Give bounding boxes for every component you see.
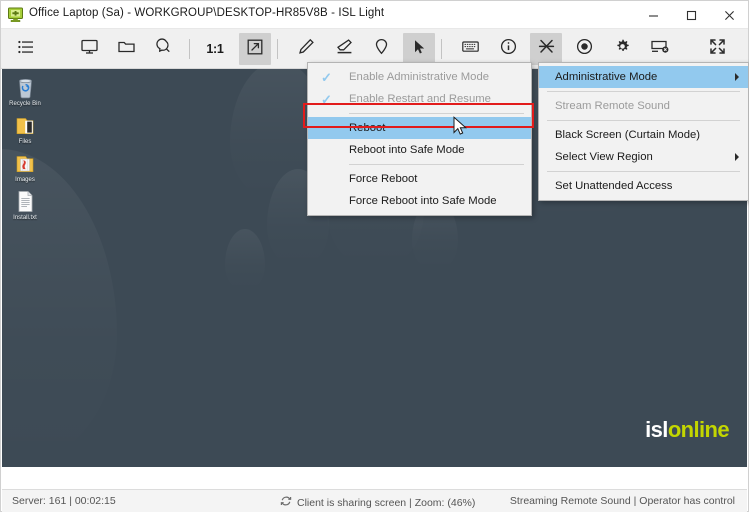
green-monitor-icon	[7, 6, 24, 23]
keyboard-icon	[461, 37, 480, 61]
chat-bubbles-icon	[154, 37, 173, 61]
window-controls	[634, 1, 748, 29]
administrative-mode-submenu: ✓ Enable Administrative Mode ✓ Enable Re…	[307, 62, 532, 216]
toolbar-separator-3	[441, 39, 442, 59]
gear-icon	[613, 37, 632, 61]
fullscreen-button[interactable]	[701, 33, 733, 65]
desktop-icon-label: Install.txt	[6, 215, 44, 222]
chevron-right-icon	[735, 153, 739, 161]
minimize-button[interactable]	[634, 1, 672, 29]
menu-separator	[547, 91, 740, 92]
mouse-cursor	[453, 116, 469, 142]
desktop-icon-label: Recycle Bin	[6, 101, 44, 108]
menu-item-label: Administrative Mode	[555, 71, 657, 83]
chevron-right-icon	[735, 73, 739, 81]
checkmark-icon: ✓	[321, 70, 332, 86]
close-button[interactable]	[710, 1, 748, 29]
chat-button[interactable]	[147, 33, 179, 65]
desktop-icon-recycle-bin[interactable]: Recycle Bin	[6, 73, 44, 108]
wallpaper-shape	[225, 229, 265, 291]
status-sharing-info: Client is sharing screen | Zoom: (46%)	[280, 495, 475, 510]
desktop-icon-files[interactable]: Files	[6, 111, 44, 146]
menu-item-enable-administrative-mode: ✓ Enable Administrative Mode	[308, 66, 531, 88]
menu-item-label: Force Reboot	[349, 173, 417, 185]
logo-part-online: online	[668, 417, 729, 442]
menu-item-label: Enable Administrative Mode	[349, 71, 489, 83]
select-cursor-button[interactable]	[403, 33, 435, 65]
menu-item-label: Reboot into Safe Mode	[349, 144, 465, 156]
scale-one-to-one-button[interactable]: 1:1	[202, 33, 228, 65]
record-button[interactable]	[568, 33, 600, 65]
text-file-icon	[6, 187, 44, 213]
desktop-icon-install-txt[interactable]: Install.txt	[6, 187, 44, 222]
settings-button[interactable]	[606, 33, 638, 65]
fullscreen-arrows-icon	[708, 37, 727, 61]
toolbar-separator-2	[277, 39, 278, 59]
desktop-icon-label: Images	[6, 177, 44, 184]
pin-drop-icon	[372, 37, 391, 61]
menu-item-black-screen[interactable]: Black Screen (Curtain Mode)	[539, 124, 748, 146]
menu-item-select-view-region[interactable]: Select View Region	[539, 146, 748, 168]
menu-item-stream-remote-sound: Stream Remote Sound	[539, 95, 748, 117]
window-title: Office Laptop (Sa) - WORKGROUP\DESKTOP-H…	[29, 7, 384, 19]
arrow-cursor-icon	[410, 38, 428, 61]
refresh-arrows-icon	[280, 495, 292, 510]
tools-button[interactable]	[530, 33, 562, 65]
info-button[interactable]	[492, 33, 524, 65]
draw-button[interactable]	[290, 33, 322, 65]
monitor-icon	[80, 37, 99, 61]
menu-separator	[547, 171, 740, 172]
pencil-icon	[297, 37, 316, 61]
folder-yellow-icon	[6, 111, 44, 137]
fit-to-window-button[interactable]	[239, 33, 271, 65]
reboot-highlight-box	[303, 103, 534, 128]
tools-star-icon	[537, 37, 556, 61]
send-keys-button[interactable]	[454, 33, 486, 65]
menu-separator	[349, 164, 524, 165]
menu-separator	[547, 120, 740, 121]
isl-online-logo: islonline	[645, 417, 729, 443]
maximize-button[interactable]	[672, 1, 710, 29]
folder-images-icon	[6, 149, 44, 175]
menu-item-label: Stream Remote Sound	[555, 100, 670, 112]
disconnect-screen-button[interactable]	[644, 33, 676, 65]
record-dot-icon	[575, 37, 594, 61]
recycle-bin-icon	[6, 73, 44, 99]
expand-arrow-box-icon	[246, 38, 264, 61]
screen-button[interactable]	[73, 33, 105, 65]
isl-light-window: Office Laptop (Sa) - WORKGROUP\DESKTOP-H…	[0, 0, 749, 512]
menu-item-label: Set Unattended Access	[555, 180, 672, 192]
menu-item-label: Select View Region	[555, 151, 653, 163]
list-icon	[17, 38, 35, 61]
menu-item-reboot-into-safe-mode[interactable]: Reboot into Safe Mode	[308, 139, 531, 161]
tools-menu: Administrative Mode Stream Remote Sound …	[538, 62, 749, 201]
status-server-timer: Server: 161 | 00:02:15	[12, 495, 116, 507]
status-bar: Server: 161 | 00:02:15 Client is sharing…	[2, 489, 747, 512]
logo-part-isl: isl	[645, 417, 668, 442]
menu-item-administrative-mode[interactable]: Administrative Mode	[539, 66, 748, 88]
folder-icon	[117, 37, 136, 61]
menu-item-label: Black Screen (Curtain Mode)	[555, 129, 700, 141]
status-sharing-text: Client is sharing screen | Zoom: (46%)	[297, 497, 475, 509]
desktop-icon-images[interactable]: Images	[6, 149, 44, 184]
desktop-icon-label: Files	[6, 139, 44, 146]
menu-item-set-unattended-access[interactable]: Set Unattended Access	[539, 175, 748, 197]
pointer-marker-button[interactable]	[365, 33, 397, 65]
monitor-disconnect-icon	[650, 37, 670, 61]
session-list-button[interactable]	[10, 33, 42, 65]
title-bar: Office Laptop (Sa) - WORKGROUP\DESKTOP-H…	[1, 1, 748, 29]
menu-item-force-reboot-into-safe-mode[interactable]: Force Reboot into Safe Mode	[308, 190, 531, 212]
toolbar-separator-1	[189, 39, 190, 59]
file-transfer-button[interactable]	[110, 33, 142, 65]
erase-button[interactable]	[328, 33, 360, 65]
scale-ratio-label: 1:1	[206, 42, 223, 56]
status-sound-control: Streaming Remote Sound | Operator has co…	[510, 495, 735, 507]
info-circle-icon	[499, 37, 518, 61]
menu-item-label: Force Reboot into Safe Mode	[349, 195, 497, 207]
eraser-icon	[335, 37, 354, 61]
menu-item-force-reboot[interactable]: Force Reboot	[308, 168, 531, 190]
